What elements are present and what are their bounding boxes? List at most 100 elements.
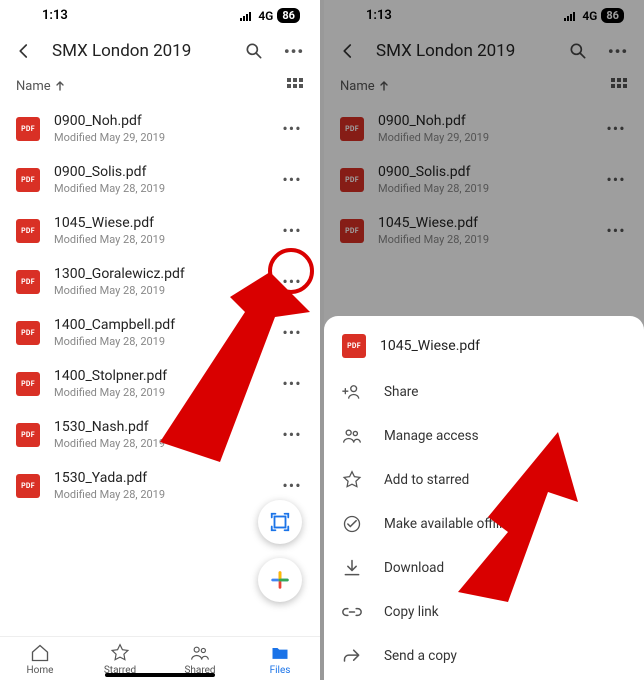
people-icon: [190, 643, 210, 663]
person-add-icon: [342, 382, 362, 402]
file-name: 1045_Wiese.pdf: [54, 215, 266, 231]
annotation-circle: [268, 248, 314, 294]
sheet-share[interactable]: Share: [324, 370, 644, 414]
status-bar: 1:13 4G 86: [0, 0, 320, 27]
pdf-icon: PDF: [16, 168, 40, 192]
file-name: 0900_Noh.pdf: [54, 113, 266, 129]
file-list: PDF 0900_Noh.pdf Modified May 29, 2019 •…: [0, 103, 320, 511]
people-icon: [342, 426, 362, 446]
sheet-download-label: Download: [384, 560, 444, 576]
sheet-send-copy[interactable]: Send a copy: [324, 634, 644, 678]
battery-level: 86: [277, 8, 300, 23]
file-meta: Modified May 28, 2019: [54, 488, 266, 501]
folder-title: SMX London 2019: [52, 41, 226, 61]
sheet-manage-access[interactable]: Manage access: [324, 414, 644, 458]
file-name: 0900_Solis.pdf: [54, 164, 266, 180]
nav-home-label: Home: [27, 665, 54, 676]
file-overflow-button[interactable]: •••: [280, 170, 304, 189]
forward-icon: [342, 646, 362, 666]
file-meta: Modified May 28, 2019: [54, 233, 266, 246]
bottom-sheet: PDF 1045_Wiese.pdf Share Manage access A…: [324, 316, 644, 680]
file-name: 1300_Goralewicz.pdf: [54, 266, 266, 282]
search-button[interactable]: [242, 39, 266, 63]
file-meta: Modified May 28, 2019: [54, 335, 266, 348]
nav-shared[interactable]: Shared: [170, 643, 230, 676]
file-row[interactable]: PDF 1400_Stolpner.pdf Modified May 28, 2…: [0, 358, 320, 409]
file-overflow-button[interactable]: •••: [280, 323, 304, 342]
signal-icon: [240, 11, 254, 21]
nav-files-label: Files: [270, 665, 291, 676]
sheet-file-name: 1045_Wiese.pdf: [380, 338, 480, 354]
file-info: 1300_Goralewicz.pdf Modified May 28, 201…: [54, 266, 266, 297]
sheet-add-starred[interactable]: Add to starred: [324, 458, 644, 502]
pdf-icon: PDF: [16, 423, 40, 447]
file-name: 1400_Stolpner.pdf: [54, 368, 266, 384]
phone-right: 1:13 4G 86 SMX London 2019 ••• Name: [324, 0, 644, 680]
file-meta: Modified May 28, 2019: [54, 437, 266, 450]
file-info: 0900_Noh.pdf Modified May 29, 2019: [54, 113, 266, 144]
file-row[interactable]: PDF 1530_Nash.pdf Modified May 28, 2019 …: [0, 409, 320, 460]
file-name: 1530_Nash.pdf: [54, 419, 266, 435]
home-indicator: [105, 673, 215, 677]
pdf-icon: PDF: [16, 372, 40, 396]
file-overflow-button[interactable]: •••: [280, 374, 304, 393]
folder-icon: [270, 643, 290, 663]
file-overflow-button[interactable]: •••: [280, 425, 304, 444]
file-meta: Modified May 28, 2019: [54, 284, 266, 297]
home-icon: [30, 643, 50, 663]
file-row[interactable]: PDF 0900_Noh.pdf Modified May 29, 2019 •…: [0, 103, 320, 154]
sheet-copylink-label: Copy link: [384, 604, 439, 620]
sheet-offline-label: Make available offline: [384, 516, 514, 532]
pdf-icon: PDF: [16, 117, 40, 141]
file-meta: Modified May 28, 2019: [54, 182, 266, 195]
download-icon: [342, 558, 362, 578]
file-overflow-button[interactable]: •••: [280, 476, 304, 495]
file-row[interactable]: PDF 1400_Campbell.pdf Modified May 28, 2…: [0, 307, 320, 358]
file-name: 1530_Yada.pdf: [54, 470, 266, 486]
check-circle-icon: [342, 514, 362, 534]
scan-fab[interactable]: [258, 500, 302, 544]
link-icon: [342, 602, 362, 622]
back-button[interactable]: [12, 39, 36, 63]
pdf-icon: PDF: [16, 321, 40, 345]
sort-field-label: Name: [16, 79, 51, 94]
pdf-icon: PDF: [16, 270, 40, 294]
sheet-sendcopy-label: Send a copy: [384, 648, 457, 664]
sort-row: Name: [0, 71, 320, 103]
sheet-star-label: Add to starred: [384, 472, 469, 488]
pdf-icon: PDF: [16, 219, 40, 243]
pdf-icon: PDF: [342, 334, 366, 358]
sheet-download[interactable]: Download: [324, 546, 644, 590]
file-info: 1045_Wiese.pdf Modified May 28, 2019: [54, 215, 266, 246]
new-fab[interactable]: [258, 558, 302, 602]
file-info: 1530_Yada.pdf Modified May 28, 2019: [54, 470, 266, 501]
nav-files[interactable]: Files: [250, 643, 310, 676]
file-row[interactable]: PDF 1045_Wiese.pdf Modified May 28, 2019…: [0, 205, 320, 256]
file-name: 1400_Campbell.pdf: [54, 317, 266, 333]
file-info: 1400_Stolpner.pdf Modified May 28, 2019: [54, 368, 266, 399]
header-overflow-button[interactable]: •••: [282, 39, 306, 63]
file-overflow-button[interactable]: •••: [280, 119, 304, 138]
file-meta: Modified May 28, 2019: [54, 386, 266, 399]
pdf-icon: PDF: [16, 474, 40, 498]
file-info: 0900_Solis.pdf Modified May 28, 2019: [54, 164, 266, 195]
file-info: 1530_Nash.pdf Modified May 28, 2019: [54, 419, 266, 450]
network-label: 4G: [258, 9, 273, 23]
sheet-manage-label: Manage access: [384, 428, 479, 444]
file-meta: Modified May 29, 2019: [54, 131, 266, 144]
status-right: 4G 86: [240, 8, 300, 23]
file-overflow-button[interactable]: •••: [280, 221, 304, 240]
nav-home[interactable]: Home: [10, 643, 70, 676]
file-row[interactable]: PDF 0900_Solis.pdf Modified May 28, 2019…: [0, 154, 320, 205]
sheet-offline[interactable]: Make available offline: [324, 502, 644, 546]
sort-button[interactable]: Name: [16, 79, 65, 94]
app-header: SMX London 2019 •••: [0, 27, 320, 71]
sheet-copy-link[interactable]: Copy link: [324, 590, 644, 634]
view-toggle-grid-button[interactable]: [286, 77, 304, 95]
nav-starred[interactable]: Starred: [90, 643, 150, 676]
sheet-header: PDF 1045_Wiese.pdf: [324, 330, 644, 370]
status-time: 1:13: [42, 8, 68, 23]
sort-arrow-up-icon: [55, 81, 65, 91]
file-info: 1400_Campbell.pdf Modified May 28, 2019: [54, 317, 266, 348]
star-icon: [342, 470, 362, 490]
